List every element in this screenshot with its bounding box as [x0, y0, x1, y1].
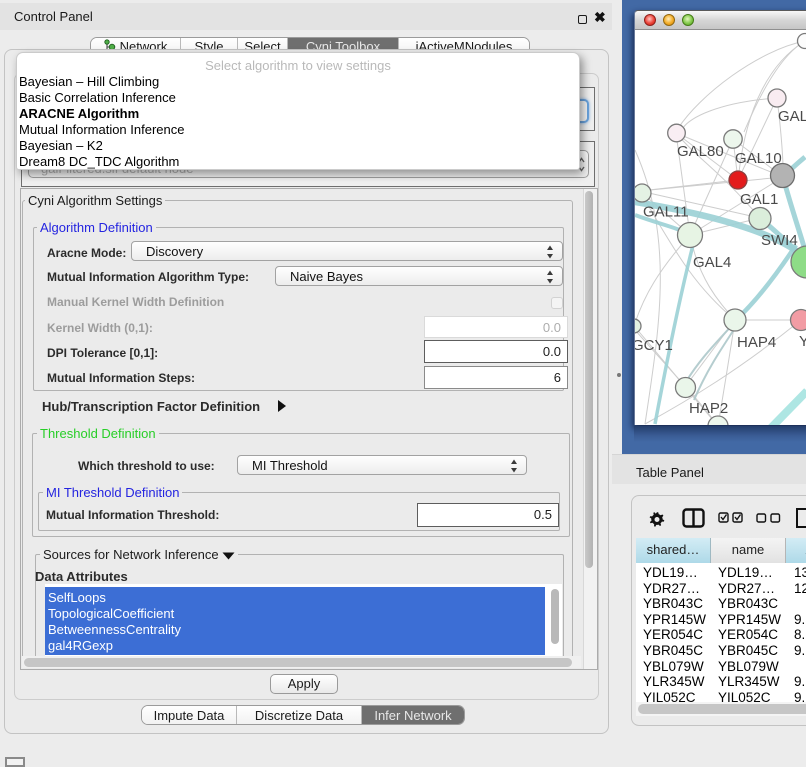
- svg-text:GCY1: GCY1: [635, 337, 673, 354]
- svg-text:GAL10: GAL10: [735, 150, 782, 167]
- svg-text:GAL4: GAL4: [693, 254, 731, 271]
- svg-text:GAL80: GAL80: [677, 143, 724, 160]
- svg-text:HAP2: HAP2: [689, 400, 728, 417]
- svg-text:SWI4: SWI4: [761, 232, 798, 249]
- svg-text:GAL1: GAL1: [740, 191, 778, 208]
- svg-text:Y: Y: [799, 333, 806, 350]
- svg-text:HAP4: HAP4: [737, 334, 776, 351]
- svg-text:GAL2: GAL2: [778, 108, 806, 125]
- svg-text:GAL11: GAL11: [643, 204, 689, 221]
